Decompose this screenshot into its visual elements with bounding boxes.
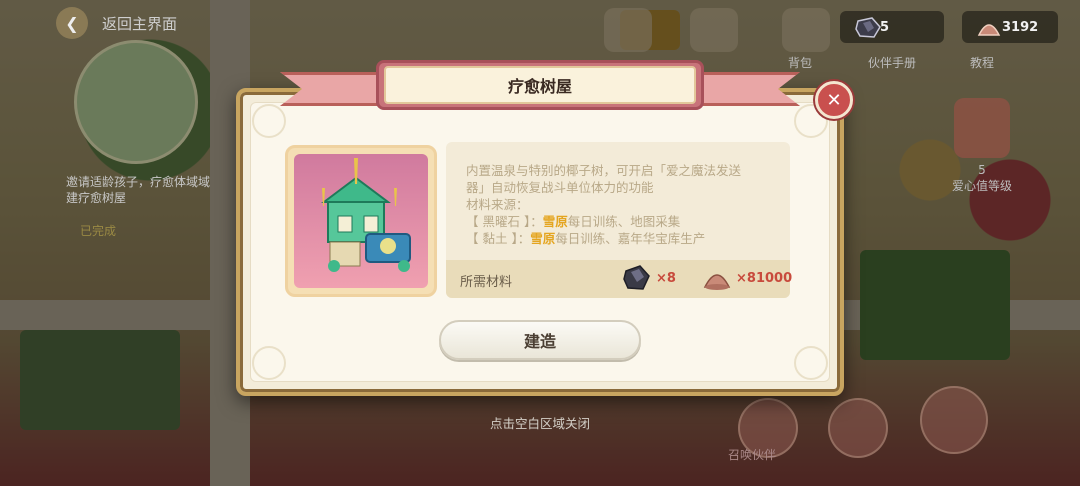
material-source-obsidian: 【 黑曜石 】：雪原每日训练、地图采集 bbox=[466, 213, 786, 230]
dialog-title: 疗愈树屋 bbox=[384, 66, 696, 104]
building-portrait bbox=[285, 145, 437, 297]
build-label: 建造 bbox=[523, 332, 556, 351]
bag-icon[interactable] bbox=[782, 8, 830, 52]
back-label: 返回主界面 bbox=[102, 14, 178, 33]
required-materials-label: 所需材料 bbox=[460, 275, 513, 290]
summon-partner-label: 召唤伙伴 bbox=[728, 448, 777, 462]
source-prefix: 【 黏土 】： bbox=[466, 231, 531, 246]
source-place: 雪原 bbox=[542, 214, 568, 229]
source-detail: 每日训练、地图采集 bbox=[567, 214, 681, 229]
boot-button[interactable] bbox=[828, 398, 888, 458]
treehouse-image bbox=[294, 154, 428, 288]
clay-count: 3192 bbox=[1002, 19, 1039, 35]
ribbon-tail-left bbox=[280, 72, 390, 106]
close-hint: 点击空白区域关闭 bbox=[489, 416, 590, 431]
obsidian-resource: 5 bbox=[840, 11, 944, 43]
minimap[interactable] bbox=[74, 40, 198, 164]
corner-ornament bbox=[794, 346, 828, 380]
back-arrow-icon: ❮ bbox=[56, 7, 88, 39]
build-button[interactable]: 建造 bbox=[439, 320, 641, 360]
source-detail: 每日训练、嘉年华宝库生产 bbox=[555, 231, 706, 246]
source-prefix: 【 黑曜石 】： bbox=[466, 214, 543, 229]
description-box: 内置温泉与特别的椰子树，可开启「爱之魔法发送 器」自动恢复战斗单位体力的功能 材… bbox=[446, 142, 792, 298]
clay-icon bbox=[703, 274, 731, 290]
ribbon-tail-right bbox=[690, 72, 800, 106]
back-to-main-button[interactable]: ❮ 返回主界面 bbox=[56, 7, 177, 39]
sun-icon bbox=[604, 8, 652, 52]
close-button[interactable]: ✕ bbox=[815, 81, 853, 119]
quest-status: 已完成 bbox=[80, 224, 117, 238]
description-line: 内置温泉与特别的椰子树，可开启「爱之魔法发送 bbox=[466, 163, 742, 178]
corner-ornament bbox=[252, 346, 286, 380]
close-icon: ✕ bbox=[826, 89, 842, 111]
obsidian-icon bbox=[623, 265, 650, 290]
title-ribbon: 疗愈树屋 bbox=[280, 58, 800, 120]
tutorial-label[interactable]: 教程 bbox=[942, 54, 1022, 71]
attack-button[interactable] bbox=[920, 386, 988, 454]
material-source-clay: 【 黏土 】：雪原每日训练、嘉年华宝库生产 bbox=[466, 230, 786, 247]
quest-text: 邀请适龄孩子，疗愈体域域建疗愈树屋 bbox=[66, 175, 211, 205]
love-level-icon[interactable] bbox=[954, 98, 1010, 158]
love-level-label: 5 爱心值等级 bbox=[951, 163, 1012, 193]
material-obsidian: ×8 bbox=[622, 263, 676, 293]
clay-resource: 3192 bbox=[962, 11, 1058, 43]
description-line: 器」自动恢复战斗单位体力的功能 bbox=[466, 180, 654, 195]
partner-handbook-label[interactable]: 伙伴手册 bbox=[852, 54, 932, 71]
treehouse-icon bbox=[321, 158, 411, 272]
required-materials-bar: 所需材料 ×8 ×81000 bbox=[446, 260, 792, 298]
clay-required-count: ×81000 bbox=[736, 270, 793, 286]
obsidian-required-count: ×8 bbox=[656, 270, 676, 286]
material-clay: ×81000 bbox=[702, 263, 792, 293]
building-description: 内置温泉与特别的椰子树，可开启「爱之魔法发送 器」自动恢复战斗单位体力的功能 材… bbox=[466, 162, 786, 247]
description-line: 材料来源： bbox=[466, 197, 529, 212]
obsidian-icon bbox=[855, 17, 881, 38]
clay-icon bbox=[977, 24, 1001, 36]
source-place: 雪原 bbox=[530, 231, 556, 246]
quill-icon bbox=[690, 8, 738, 52]
